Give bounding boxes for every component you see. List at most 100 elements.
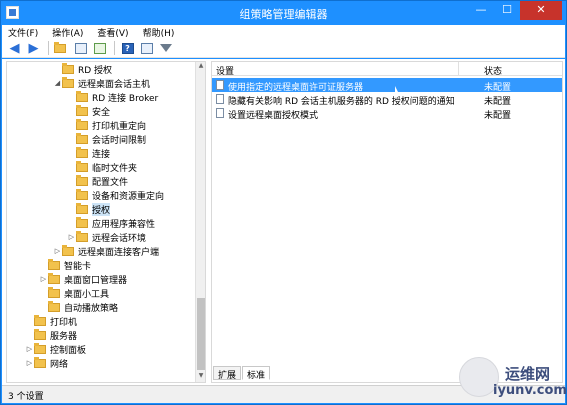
setting-row[interactable]: 隐藏有关影响 RD 会话主机服务器的 RD 授权问题的通知 未配置 <box>212 92 562 107</box>
tree-item-label: 临时文件夹 <box>92 163 138 174</box>
setting-state: 未配置 <box>484 111 512 121</box>
expand-arrow-icon[interactable]: ▷ <box>25 345 34 353</box>
tree-item[interactable]: 打印机 <box>25 314 77 328</box>
folder-icon <box>76 132 88 144</box>
tree-item-label: 授权 <box>92 202 111 216</box>
content-area: ▲ ▼ RD 授权 ◢ 远程桌面会话主机 RD 连接 Broker 安全打印机重定向 会话… <box>2 59 565 385</box>
folder-icon <box>76 118 88 130</box>
tree-item[interactable]: 应用程序兼容性 <box>67 216 155 230</box>
tree-item-label: 配置文件 <box>92 177 129 188</box>
title-bar: 组策略管理编辑器 — ☐ ✕ <box>1 1 566 25</box>
tree-item-label: 智能卡 <box>64 261 92 272</box>
folder-icon <box>48 272 60 284</box>
tree-item[interactable]: 安全 <box>67 104 110 118</box>
folder-icon <box>76 146 88 158</box>
tab-standard[interactable]: 标准 <box>242 366 271 381</box>
scroll-thumb[interactable] <box>197 298 205 370</box>
tree-pane: ▲ ▼ RD 授权 ◢ 远程桌面会话主机 RD 连接 Broker 安全打印机重定向 会话… <box>6 61 206 383</box>
folder-icon <box>76 230 88 242</box>
setting-name: 设置远程桌面授权模式 <box>228 111 319 121</box>
tree-item[interactable]: ▷ 远程会话环境 <box>67 230 146 244</box>
minimize-button[interactable]: — <box>468 1 494 20</box>
tree-item[interactable]: RD 连接 Broker <box>67 90 158 104</box>
tree-item[interactable]: 智能卡 <box>39 258 91 272</box>
filter-icon[interactable] <box>157 41 174 56</box>
scroll-up-icon[interactable]: ▲ <box>196 62 205 72</box>
menu-view[interactable]: 查看(V) <box>91 25 136 39</box>
expand-arrow-icon[interactable]: ◢ <box>53 79 62 87</box>
folder-icon <box>34 342 46 354</box>
folder-icon <box>34 314 46 326</box>
toolbar-divider <box>48 41 49 55</box>
tree-item-label: 安全 <box>92 107 111 118</box>
expand-arrow-icon[interactable]: ▷ <box>39 275 48 283</box>
folder-icon <box>76 188 88 200</box>
tree-item-label: 网络 <box>50 359 69 370</box>
tree-scrollbar[interactable]: ▲ ▼ <box>195 62 205 382</box>
folder-icon <box>34 356 46 368</box>
expand-arrow-icon[interactable]: ▷ <box>53 247 62 255</box>
menu-file[interactable]: 文件(F) <box>2 25 46 39</box>
tree-item[interactable]: 自动播放策略 <box>39 300 118 314</box>
tree-item[interactable]: ▷ 远程桌面连接客户端 <box>53 244 159 258</box>
show-hide-tree-icon[interactable] <box>72 41 89 56</box>
tree-item[interactable]: 设备和资源重定向 <box>67 188 164 202</box>
watermark-url: iyunv.com <box>493 383 567 398</box>
back-arrow-icon[interactable]: ◀ <box>6 41 23 56</box>
tree-item-label: RD 连接 Broker <box>92 93 159 104</box>
menu-help[interactable]: 帮助(H) <box>137 25 183 39</box>
tree-item-label: 打印机 <box>50 317 78 328</box>
tree-item-label: 打印机重定向 <box>92 121 147 132</box>
toolbar: ◀ ▶ ? <box>2 39 565 58</box>
folder-icon <box>48 286 60 298</box>
folder-icon <box>76 104 88 116</box>
watermark-text: 运维网 <box>505 365 551 383</box>
list-header: 设置 状态 <box>212 62 562 77</box>
folder-icon <box>76 216 88 228</box>
menu-bar: 文件(F) 操作(A) 查看(V) 帮助(H) <box>2 25 565 39</box>
help-icon[interactable]: ? <box>119 41 136 56</box>
column-divider[interactable] <box>458 62 459 76</box>
folder-icon <box>34 328 46 340</box>
tree-item[interactable]: 配置文件 <box>67 174 128 188</box>
tree-item[interactable]: 连接 <box>67 146 110 160</box>
expand-arrow-icon[interactable]: ▷ <box>67 233 76 241</box>
column-state[interactable]: 状态 <box>484 64 502 77</box>
folder-icon <box>76 202 88 214</box>
tab-extended[interactable]: 扩展 <box>213 366 242 381</box>
watermark: 运维网 iyunv.com <box>459 357 567 405</box>
expand-arrow-icon[interactable]: ▷ <box>25 359 34 367</box>
tree-item[interactable]: 临时文件夹 <box>67 160 137 174</box>
setting-row[interactable]: 使用指定的远程桌面许可证服务器 未配置 <box>212 78 562 93</box>
properties-icon[interactable] <box>138 41 155 56</box>
folder-icon <box>76 174 88 186</box>
tree-item[interactable]: 桌面小工具 <box>39 286 109 300</box>
tree-item[interactable]: ▷ 桌面窗口管理器 <box>39 272 127 286</box>
folder-icon <box>62 62 74 74</box>
tree-item[interactable]: RD 授权 <box>53 62 112 76</box>
tree-item-label: 设备和资源重定向 <box>92 191 165 202</box>
column-setting[interactable]: 设置 <box>216 64 234 77</box>
tree-item[interactable]: 会话时间限制 <box>67 132 146 146</box>
tree-item[interactable]: ◢ 远程桌面会话主机 <box>53 76 150 90</box>
folder-icon <box>48 300 60 312</box>
tree-item[interactable]: ▷ 网络 <box>25 356 68 370</box>
tree-item[interactable]: 授权 <box>67 202 111 216</box>
view-tabs: 扩展 标准 <box>213 366 271 381</box>
toolbar-divider <box>114 41 115 55</box>
menu-action[interactable]: 操作(A) <box>46 25 91 39</box>
maximize-button[interactable]: ☐ <box>494 1 520 20</box>
tree-item[interactable]: ▷ 控制面板 <box>25 342 86 356</box>
folder-icon <box>76 90 88 102</box>
up-folder-icon[interactable] <box>53 41 70 56</box>
tree-item-label: 远程桌面连接客户端 <box>78 247 160 258</box>
mouse-cursor-icon <box>395 86 400 98</box>
forward-arrow-icon[interactable]: ▶ <box>25 41 42 56</box>
tree-item-label: 自动播放策略 <box>64 303 119 314</box>
setting-row[interactable]: 设置远程桌面授权模式 未配置 <box>212 106 562 121</box>
scroll-down-icon[interactable]: ▼ <box>196 372 205 382</box>
close-button[interactable]: ✕ <box>520 1 562 20</box>
export-list-icon[interactable] <box>91 41 108 56</box>
tree-item[interactable]: 服务器 <box>25 328 77 342</box>
tree-item[interactable]: 打印机重定向 <box>67 118 146 132</box>
